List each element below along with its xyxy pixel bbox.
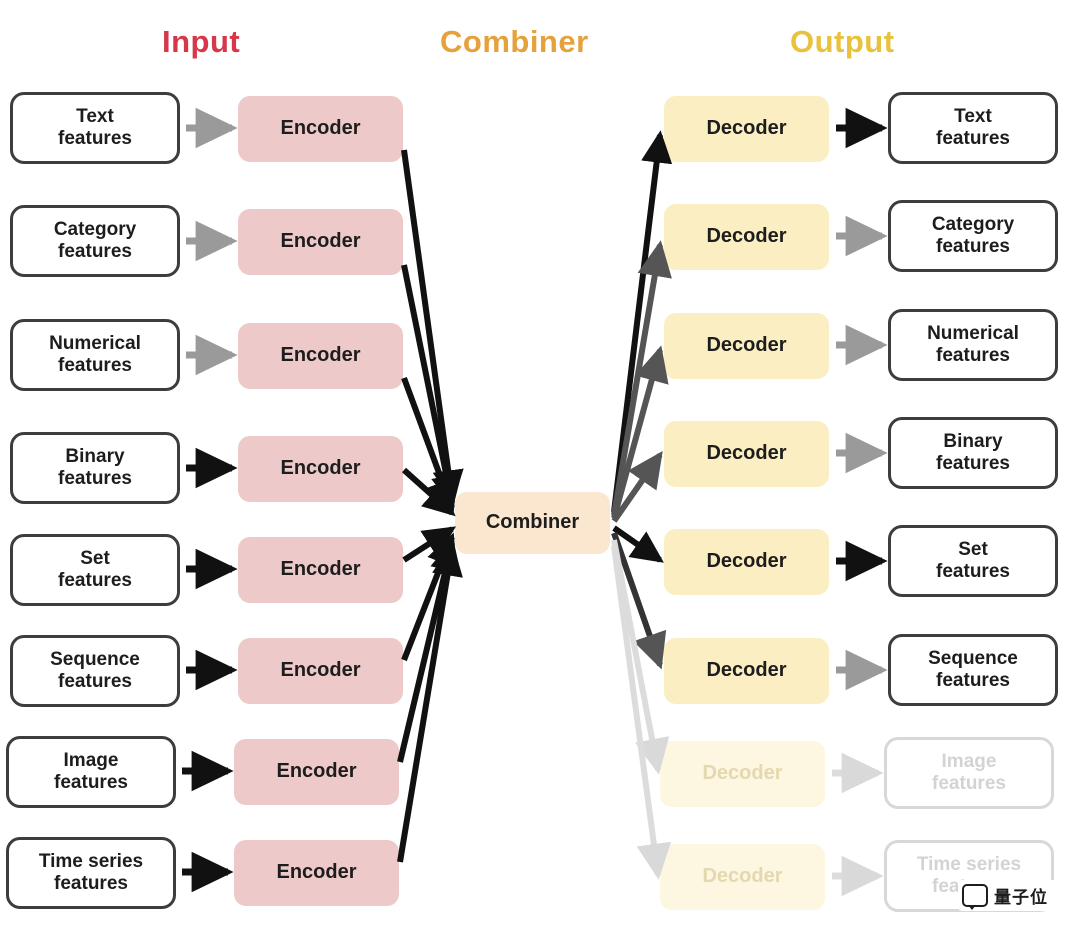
encoder-box: Encoder [238,537,403,603]
encoder-box: Encoder [238,638,403,704]
decoder-label: Decoder [702,865,783,888]
encoder-label: Encoder [280,344,361,367]
arrow-combiner-to-decoder [611,130,673,880]
arrow-decoder-to-output [832,107,888,897]
output-feature-box: Text features [888,92,1058,164]
input-feature-line1: Numerical [49,332,141,354]
arrow-input-to-encoder [182,107,238,893]
decoder-box-disabled: Decoder [660,741,825,807]
input-feature-box: Category features [10,205,180,277]
output-feature-line1: Numerical [927,322,1019,344]
output-feature-line2: features [936,561,1010,582]
decoder-box: Decoder [664,638,829,704]
decoder-label: Decoder [706,117,787,140]
input-feature-box: Time series features [6,837,176,909]
encoder-box: Encoder [238,96,403,162]
watermark-text: 量子位 [994,888,1048,907]
input-feature-box: Binary features [10,432,180,504]
combiner-box: Combiner [455,492,610,554]
output-feature-box-disabled: Image features [884,737,1054,809]
decoder-box: Decoder [664,96,829,162]
column-title-input: Input [162,24,241,59]
encoder-label: Encoder [280,230,361,253]
input-feature-line2: features [58,671,132,692]
decoder-label: Decoder [706,334,787,357]
decoder-label: Decoder [706,550,787,573]
output-feature-line1: Text [954,105,992,127]
decoder-label: Decoder [706,442,787,465]
input-feature-line2: features [58,355,132,376]
encoder-box: Encoder [234,739,399,805]
input-feature-line2: features [54,873,128,894]
encoder-box: Encoder [238,209,403,275]
input-feature-box: Image features [6,736,176,808]
speech-bubble-icon [962,884,988,910]
output-feature-box: Sequence features [888,634,1058,706]
output-feature-box: Set features [888,525,1058,597]
output-feature-line2: features [936,453,1010,474]
input-feature-line1: Time series [38,850,144,872]
output-feature-line1: Image [941,750,997,772]
output-feature-line2: features [936,345,1010,366]
output-feature-box: Category features [888,200,1058,272]
decoder-label: Decoder [706,225,787,248]
decoder-box: Decoder [664,313,829,379]
input-feature-line1: Text [76,105,114,127]
input-feature-line1: Image [63,749,119,771]
output-feature-line2: features [932,773,1006,794]
encoder-label: Encoder [280,457,361,480]
input-feature-box: Sequence features [10,635,180,707]
combiner-label: Combiner [485,511,580,534]
encoder-label: Encoder [280,117,361,140]
input-feature-box: Numerical features [10,319,180,391]
watermark: 量子位 [958,880,1056,911]
input-feature-line1: Category [53,218,137,240]
input-feature-line2: features [58,570,132,591]
decoder-box-disabled: Decoder [660,844,825,910]
output-feature-box: Numerical features [888,309,1058,381]
output-feature-line1: Sequence [928,647,1018,669]
output-feature-line1: Set [958,538,988,560]
input-feature-line2: features [58,128,132,149]
input-feature-line2: features [54,772,128,793]
encoder-box: Encoder [238,323,403,389]
column-title-combiner: Combiner [440,24,589,59]
encoder-box: Encoder [238,436,403,502]
output-feature-line1: Time series [916,853,1022,875]
input-feature-line1: Sequence [50,648,140,670]
encoder-label: Encoder [280,558,361,581]
output-feature-line1: Binary [943,430,1003,452]
encoder-label: Encoder [276,760,357,783]
output-feature-line2: features [936,128,1010,149]
output-feature-line2: features [936,236,1010,257]
column-title-output: Output [790,24,895,59]
arrow-encoder-to-combiner [397,149,464,863]
encoder-box: Encoder [234,840,399,906]
diagram-canvas: Input Combiner Output Text features Categ… [0,0,1068,927]
input-feature-box: Text features [10,92,180,164]
encoder-label: Encoder [280,659,361,682]
decoder-box: Decoder [664,529,829,595]
input-feature-line2: features [58,241,132,262]
output-feature-box: Binary features [888,417,1058,489]
input-feature-line2: features [58,468,132,489]
input-feature-box: Set features [10,534,180,606]
decoder-box: Decoder [664,421,829,487]
encoder-label: Encoder [276,861,357,884]
output-feature-line1: Category [931,213,1015,235]
decoder-label: Decoder [702,762,783,785]
decoder-label: Decoder [706,659,787,682]
input-feature-line1: Set [80,547,110,569]
input-feature-line1: Binary [65,445,125,467]
decoder-box: Decoder [664,204,829,270]
output-feature-line2: features [936,670,1010,691]
